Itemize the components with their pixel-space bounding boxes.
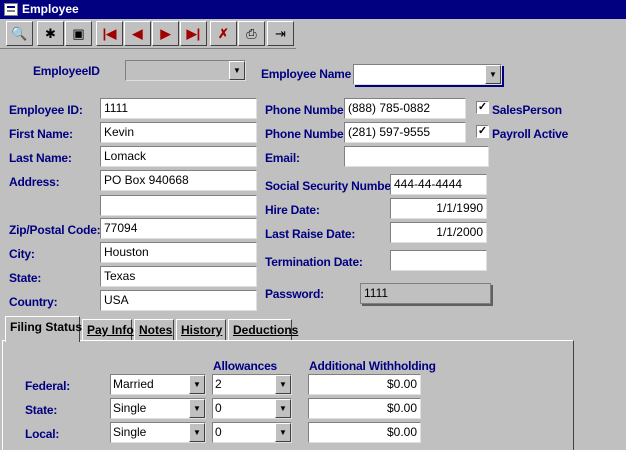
salesperson-label: SalesPerson [492, 103, 562, 117]
next-record-icon: ▶ [160, 25, 171, 41]
chevron-down-icon[interactable]: ▼ [485, 65, 501, 84]
local-label: Local: [25, 427, 60, 441]
tab-notes[interactable]: Notes [134, 319, 174, 341]
chevron-down-icon[interactable]: ▼ [275, 423, 291, 442]
last-name-label: Last Name: [9, 151, 72, 165]
hire-date-field[interactable]: 1/1/1990 [390, 198, 487, 219]
previous-record-icon: ◀ [132, 25, 143, 41]
employee-id-field[interactable]: 1111 [100, 98, 257, 119]
chevron-down-icon[interactable]: ▼ [189, 399, 205, 418]
chevron-down-icon[interactable]: ▼ [275, 375, 291, 394]
tab-filing-status[interactable]: Filing Status [5, 316, 82, 342]
local-withholding-field[interactable]: $0.00 [308, 422, 421, 443]
chevron-down-icon[interactable]: ▼ [189, 423, 205, 442]
state-label: State: [9, 271, 42, 285]
last-record-button[interactable]: ▶| [180, 21, 207, 46]
delete-record-icon: ✗ [218, 25, 229, 41]
termination-date-label: Termination Date: [265, 255, 363, 269]
chevron-down-icon[interactable]: ▼ [229, 61, 245, 80]
first-record-button[interactable]: |◀ [96, 21, 123, 46]
binoculars-icon: 🔍 [11, 25, 28, 41]
first-name-label: First Name: [9, 127, 73, 141]
employee-id-label: Employee ID: [9, 103, 83, 117]
phone1-label: Phone Number: [265, 103, 352, 117]
save-button[interactable]: ▣ [65, 21, 92, 46]
address-line2-field[interactable] [100, 195, 257, 216]
salesperson-checkbox[interactable]: ✓ [476, 101, 489, 114]
city-label: City: [9, 247, 35, 261]
federal-label: Federal: [25, 379, 71, 393]
ssn-field[interactable]: 444-44-4444 [390, 174, 487, 195]
tab-history[interactable]: History [176, 319, 226, 341]
phone2-field[interactable]: (281) 597-9555 [344, 122, 466, 143]
state-allowances-combo[interactable]: 0 ▼ [212, 398, 292, 419]
employee-id-lookup-label: EmployeeID [33, 64, 100, 78]
address-line1-field[interactable]: PO Box 940668 [100, 170, 257, 191]
chevron-down-icon[interactable]: ▼ [189, 375, 205, 394]
employee-id-lookup-combo[interactable]: ▼ [125, 60, 246, 81]
next-record-button[interactable]: ▶ [152, 21, 179, 46]
ssn-label: Social Security Number: [265, 179, 400, 193]
phone1-field[interactable]: (888) 785-0882 [344, 98, 466, 119]
state-status-combo[interactable]: Single ▼ [110, 398, 206, 419]
email-field[interactable] [344, 146, 489, 167]
last-raise-date-field[interactable]: 1/1/2000 [390, 222, 487, 243]
last-raise-date-label: Last Raise Date: [265, 227, 356, 241]
password-field[interactable]: 1111 [360, 283, 491, 304]
toolbar: 🔍 ✱ ▣ |◀ ◀ ▶ ▶| ✗ ⎙ ⇥ [0, 19, 296, 49]
additional-withholding-header: Additional Withholding [309, 359, 436, 373]
city-field[interactable]: Houston [100, 242, 257, 263]
first-name-field[interactable]: Kevin [100, 122, 257, 143]
form-icon [4, 3, 18, 16]
payroll-active-label: Payroll Active [492, 127, 569, 141]
address-label: Address: [9, 175, 60, 189]
federal-withholding-field[interactable]: $0.00 [308, 374, 421, 395]
tab-deductions[interactable]: Deductions [228, 319, 298, 341]
new-record-button[interactable]: ✱ [37, 21, 64, 46]
exit-door-icon: ⇥ [275, 25, 286, 41]
title-bar: Employee [0, 0, 626, 19]
floppy-disk-icon: ▣ [72, 25, 85, 41]
state-withholding-field[interactable]: $0.00 [308, 398, 421, 419]
federal-allowances-combo[interactable]: 2 ▼ [212, 374, 292, 395]
exit-button[interactable]: ⇥ [267, 21, 294, 46]
employee-name-lookup-label: Employee Name [261, 67, 352, 81]
delete-record-button[interactable]: ✗ [210, 21, 237, 46]
termination-date-field[interactable] [390, 250, 487, 271]
email-label: Email: [265, 151, 300, 165]
printer-icon: ⎙ [246, 25, 257, 41]
new-record-icon: ✱ [45, 25, 56, 41]
state-field[interactable]: Texas [100, 266, 257, 287]
checkmark-icon: ✓ [477, 125, 488, 137]
window-title: Employee [22, 2, 79, 16]
local-status-combo[interactable]: Single ▼ [110, 422, 206, 443]
country-field[interactable]: USA [100, 290, 257, 311]
last-name-field[interactable]: Lomack [100, 146, 257, 167]
find-button[interactable]: 🔍 [6, 21, 33, 46]
allowances-header: Allowances [213, 359, 278, 373]
previous-record-button[interactable]: ◀ [124, 21, 151, 46]
federal-status-combo[interactable]: Married ▼ [110, 374, 206, 395]
state-filing-label: State: [25, 403, 58, 417]
checkmark-icon: ✓ [477, 101, 488, 113]
zip-label: Zip/Postal Code: [9, 223, 101, 237]
hire-date-label: Hire Date: [265, 203, 320, 217]
print-button[interactable]: ⎙ [238, 21, 265, 46]
password-label: Password: [265, 287, 324, 301]
chevron-down-icon[interactable]: ▼ [275, 399, 291, 418]
first-record-icon: |◀ [102, 25, 117, 41]
employee-name-lookup-combo[interactable]: ▼ [353, 64, 502, 85]
local-allowances-combo[interactable]: 0 ▼ [212, 422, 292, 443]
payroll-active-checkbox[interactable]: ✓ [476, 125, 489, 138]
phone2-label: Phone Number: [265, 127, 352, 141]
last-record-icon: ▶| [186, 25, 201, 41]
zip-field[interactable]: 77094 [100, 218, 257, 239]
country-label: Country: [9, 295, 58, 309]
tab-pay-info[interactable]: Pay Info [82, 319, 134, 341]
